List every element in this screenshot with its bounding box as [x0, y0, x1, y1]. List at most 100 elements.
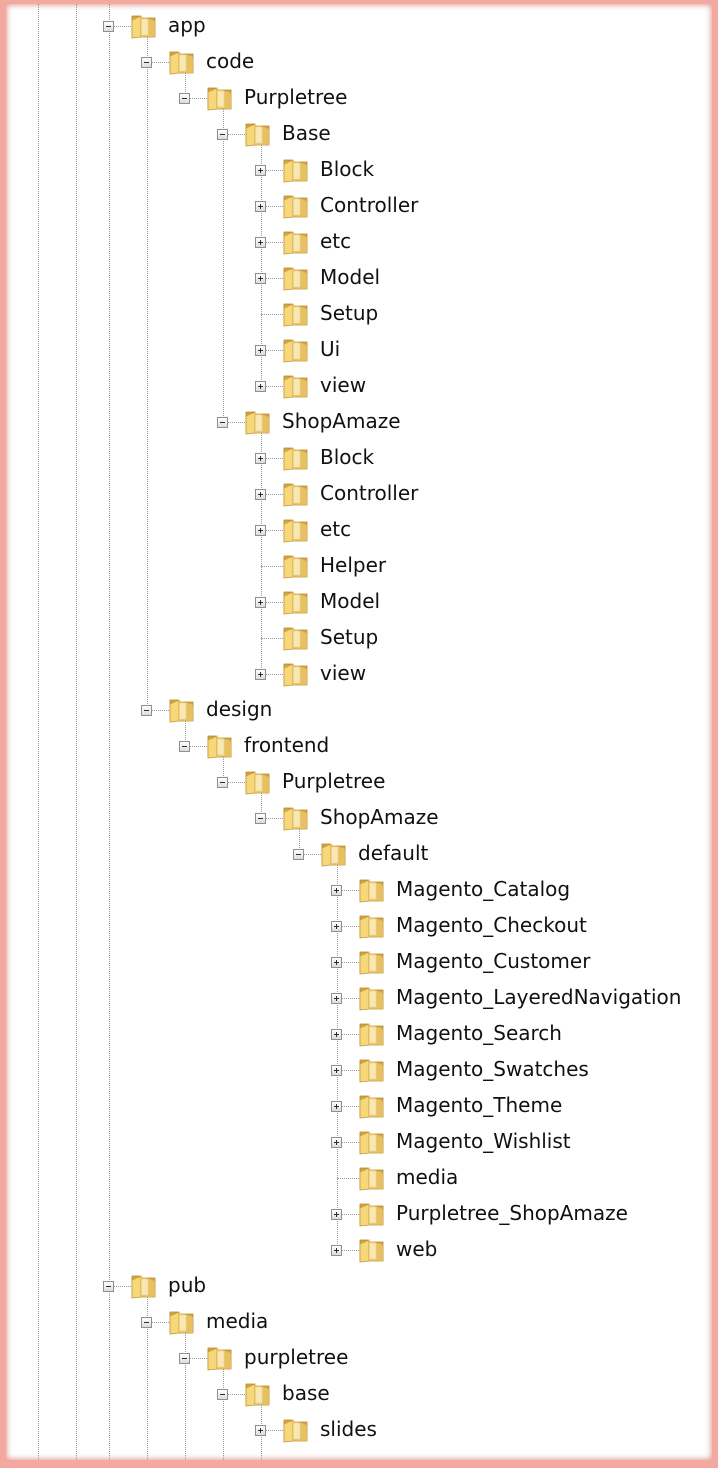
tree-node-label: Magento_LayeredNavigation [396, 985, 682, 1009]
plus-box-icon[interactable] [331, 957, 342, 968]
tree-node-label: view [320, 373, 367, 397]
plus-box-icon[interactable] [255, 273, 266, 284]
tree-node-controller[interactable]: Controller [255, 191, 712, 221]
folder-icon [357, 875, 387, 905]
tree-node-view[interactable]: view [255, 659, 712, 689]
plus-box-icon[interactable] [255, 165, 266, 176]
tree-node-base[interactable]: Base [217, 119, 712, 149]
tree-node-setup[interactable]: Setup [255, 299, 712, 329]
minus-box-icon[interactable] [103, 1281, 114, 1292]
folder-icon [243, 407, 273, 437]
tree-node-ui[interactable]: Ui [255, 335, 712, 365]
folder-icon [281, 299, 311, 329]
plus-box-icon[interactable] [255, 345, 266, 356]
minus-box-icon[interactable] [141, 57, 152, 68]
tree-node-purpletree-shopamaze[interactable]: Purpletree_ShopAmaze [331, 1199, 712, 1229]
tree-node-etc[interactable]: etc [255, 227, 712, 257]
minus-box-icon[interactable] [293, 849, 304, 860]
tree-node-block[interactable]: Block [255, 443, 712, 473]
tree-node-code[interactable]: code [141, 47, 712, 77]
folder-icon [281, 623, 311, 653]
tree-node-magento-swatches[interactable]: Magento_Swatches [331, 1055, 712, 1085]
tree-node-magento-layerednavigation[interactable]: Magento_LayeredNavigation [331, 983, 712, 1013]
tree-node-magento-search[interactable]: Magento_Search [331, 1019, 712, 1049]
tree-node-shopamaze[interactable]: ShopAmaze [217, 407, 712, 437]
tree-node-magento-customer[interactable]: Magento_Customer [331, 947, 712, 977]
folder-icon [281, 479, 311, 509]
minus-box-icon[interactable] [217, 417, 228, 428]
tree-guide-line [223, 104, 224, 422]
plus-box-icon[interactable] [255, 525, 266, 536]
minus-box-icon[interactable] [179, 93, 190, 104]
plus-box-icon[interactable] [331, 1245, 342, 1256]
tree-node-web[interactable]: web [331, 1235, 712, 1265]
plus-box-icon[interactable] [331, 1101, 342, 1112]
tree-node-model[interactable]: Model [255, 587, 712, 617]
minus-box-icon[interactable] [141, 1317, 152, 1328]
minus-box-icon[interactable] [217, 129, 228, 140]
minus-box-icon[interactable] [103, 21, 114, 32]
minus-box-icon[interactable] [179, 741, 190, 752]
minus-box-icon[interactable] [141, 705, 152, 716]
tree-node-shopamaze[interactable]: ShopAmaze [255, 803, 712, 833]
tree-node-purpletree[interactable]: purpletree [179, 1343, 712, 1373]
minus-box-icon[interactable] [217, 1389, 228, 1400]
tree-node-app[interactable]: app [103, 11, 712, 41]
folder-icon [129, 1271, 159, 1301]
plus-box-icon[interactable] [331, 921, 342, 932]
plus-box-icon[interactable] [255, 381, 266, 392]
plus-box-icon[interactable] [255, 1425, 266, 1436]
plus-box-icon[interactable] [331, 885, 342, 896]
tree-node-magento-wishlist[interactable]: Magento_Wishlist [331, 1127, 712, 1157]
tree-node-block[interactable]: Block [255, 155, 712, 185]
folder-icon [357, 1091, 387, 1121]
tree-node-label: Magento_Customer [396, 949, 591, 973]
tree-node-model[interactable]: Model [255, 263, 712, 293]
plus-box-icon[interactable] [255, 597, 266, 608]
tree-node-view[interactable]: view [255, 371, 712, 401]
tree-node-magento-catalog[interactable]: Magento_Catalog [331, 875, 712, 905]
tree-node-pub[interactable]: pub [103, 1271, 712, 1301]
tree-node-setup[interactable]: Setup [255, 623, 712, 653]
tree-node-slides[interactable]: slides [255, 1415, 712, 1445]
plus-box-icon[interactable] [331, 993, 342, 1004]
plus-box-icon[interactable] [255, 669, 266, 680]
minus-box-icon[interactable] [217, 777, 228, 788]
tree-node-label: Model [320, 265, 381, 289]
tree-node-label: Model [320, 589, 381, 613]
plus-box-icon[interactable] [331, 1209, 342, 1220]
tree-node-frontend[interactable]: frontend [179, 731, 712, 761]
folder-tree: app code Purpletree Base Block Controller etc M… [6, 4, 712, 1460]
plus-box-icon[interactable] [331, 1029, 342, 1040]
tree-node-magento-theme[interactable]: Magento_Theme [331, 1091, 712, 1121]
tree-node-label: Magento_Swatches [396, 1057, 589, 1081]
tree-node-controller[interactable]: Controller [255, 479, 712, 509]
plus-box-icon[interactable] [255, 489, 266, 500]
folder-icon [129, 11, 159, 41]
tree-node-helper[interactable]: Helper [255, 551, 712, 581]
tree-node-label: Purpletree [244, 85, 348, 109]
folder-icon [167, 47, 197, 77]
tree-node-media[interactable]: media [141, 1307, 712, 1337]
plus-box-icon[interactable] [331, 1065, 342, 1076]
folder-icon [357, 1163, 387, 1193]
tree-node-label: Purpletree [282, 769, 386, 793]
tree-node-label: media [206, 1309, 269, 1333]
tree-node-media[interactable]: media [331, 1163, 712, 1193]
plus-box-icon[interactable] [331, 1137, 342, 1148]
tree-node-design[interactable]: design [141, 695, 712, 725]
tree-node-etc[interactable]: etc [255, 515, 712, 545]
tree-connector [337, 1178, 359, 1179]
plus-box-icon[interactable] [255, 453, 266, 464]
plus-box-icon[interactable] [255, 237, 266, 248]
folder-icon [243, 767, 273, 797]
tree-node-purpletree[interactable]: Purpletree [217, 767, 712, 797]
tree-node-label: code [206, 49, 255, 73]
tree-node-purpletree[interactable]: Purpletree [179, 83, 712, 113]
tree-node-default[interactable]: default [293, 839, 712, 869]
minus-box-icon[interactable] [255, 813, 266, 824]
tree-node-base[interactable]: base [217, 1379, 712, 1409]
minus-box-icon[interactable] [179, 1353, 190, 1364]
tree-node-magento-checkout[interactable]: Magento_Checkout [331, 911, 712, 941]
plus-box-icon[interactable] [255, 201, 266, 212]
